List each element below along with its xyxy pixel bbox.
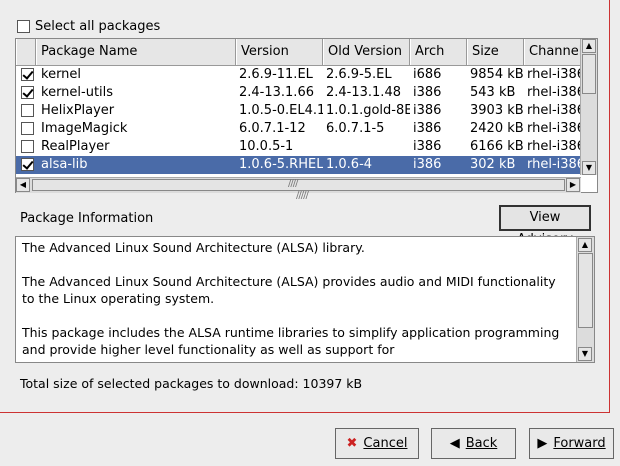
package-name: alsa-lib [41,157,88,172]
package-old-version: 1.0.1.gold-8EI [326,103,410,118]
select-all-checkbox[interactable] [17,20,30,33]
package-version: 10.0.5-1 [239,139,294,154]
table-row[interactable]: alsa-lib 1.0.6-5.RHEL 1.0.6-4 i386 302 kB rhe… [16,156,581,174]
info-vscroll-thumb[interactable] [578,253,593,328]
package-size: 6166 kB [470,139,524,154]
package-version: 2.4-13.1.66 [239,85,314,100]
info-paragraph: This package includes the ALSA runtime l… [22,325,560,357]
package-version: 1.0.6-5.RHEL [239,157,323,172]
table-row[interactable]: RealPlayer 10.0.5-1 i386 6166 kBrhel-i386- [16,138,581,156]
package-checkbox[interactable] [21,68,34,81]
package-arch: i686 [413,67,442,82]
package-information-text[interactable]: The Advanced Linux Sound Architecture (A… [15,236,595,363]
table-row[interactable]: kernel 2.6.9-11.EL 2.6.9-5.EL i686 9854 kB rh… [16,66,581,84]
scroll-down-icon[interactable]: ▼ [578,347,592,361]
package-old-version: 2.6.9-5.EL [326,67,392,82]
package-old-version: 6.0.7.1-5 [326,121,385,136]
view-advisory-button[interactable]: View Advisory [499,205,591,247]
table-row[interactable]: ImageMagick 6.0.7.1-12 6.0.7.1-5 i386 2420 k… [16,120,581,138]
table-header: Package Name Version Old Version Arch Si… [16,39,581,66]
package-arch: i386 [413,103,442,118]
package-version: 1.0.5-0.EL4.1 [239,103,323,118]
package-old-version: 2.4-13.1.48 [326,85,401,100]
table-vscroll-thumb[interactable] [582,54,596,94]
select-all-label[interactable]: Select all packages [35,19,160,34]
cancel-button[interactable]: ✖ Cancel [335,428,419,459]
package-checkbox[interactable] [21,122,34,135]
scroll-up-icon[interactable]: ▲ [578,238,592,252]
column-header-old-version[interactable]: Old Version [323,39,410,65]
package-checkbox[interactable] [21,86,34,99]
back-arrow-icon: ◀ [449,436,460,451]
package-arch: i386 [413,139,442,154]
package-name: ImageMagick [41,121,128,136]
hscroll-grip-icon: //// [288,178,299,189]
package-channel: rhel-i386- [527,85,581,100]
package-table: Package Name Version Old Version Arch Si… [15,38,598,193]
package-name: kernel [41,67,82,82]
package-arch: i386 [413,121,442,136]
package-version: 6.0.7.1-12 [239,121,306,136]
info-paragraph: The Advanced Linux Sound Architecture (A… [22,240,365,255]
package-old-version: 1.0.6-4 [326,157,373,172]
scroll-right-icon[interactable]: ▶ [566,178,580,192]
package-checkbox[interactable] [21,104,34,117]
table-vertical-scrollbar[interactable]: ▲ ▼ [580,39,597,175]
package-size: 302 kB [470,157,516,172]
package-checkbox[interactable] [21,158,34,171]
column-header-name[interactable]: Package Name [36,39,236,65]
pane-resize-grip-icon[interactable]: ///// [296,190,309,201]
column-header-version[interactable]: Version [236,39,323,65]
package-name: RealPlayer [41,139,110,154]
package-information-label: Package Information [20,211,154,226]
column-header-channel[interactable]: Channel [524,39,581,65]
column-header-size[interactable]: Size [467,39,524,65]
package-name: kernel-utils [41,85,114,100]
table-row[interactable]: HelixPlayer 1.0.5-0.EL4.1 1.0.1.gold-8EI i3… [16,102,581,120]
table-row[interactable]: kernel-utils 2.4-13.1.66 2.4-13.1.48 i386 54… [16,84,581,102]
package-channel: rhel-i386- [527,67,581,82]
package-channel: rhel-i386- [527,121,581,136]
scroll-down-icon[interactable]: ▼ [582,161,596,175]
back-button[interactable]: ◀ Back [431,428,516,459]
package-channel: rhel-i386- [527,157,581,172]
scroll-left-icon[interactable]: ◀ [16,178,30,192]
info-paragraph: The Advanced Linux Sound Architecture (A… [22,274,556,306]
cancel-icon: ✖ [346,436,358,451]
package-size: 3903 kB [470,103,524,118]
package-channel: rhel-i386- [527,139,581,154]
column-header-arch[interactable]: Arch [410,39,467,65]
package-checkbox[interactable] [21,140,34,153]
package-size: 543 kB [470,85,516,100]
scroll-up-icon[interactable]: ▲ [582,39,596,53]
package-size: 9854 kB [470,67,524,82]
package-size: 2420 kB [470,121,524,136]
forward-arrow-icon: ▶ [537,436,548,451]
back-label: Back [465,436,498,451]
cancel-label: Cancel [363,436,408,451]
package-version: 2.6.9-11.EL [239,67,313,82]
package-arch: i386 [413,85,442,100]
package-channel: rhel-i386- [527,103,581,118]
package-arch: i386 [413,157,442,172]
forward-label: Forward [553,436,606,451]
info-vertical-scrollbar[interactable]: ▲ ▼ [576,237,594,362]
total-download-size: Total size of selected packages to downl… [20,376,363,391]
header-checkbox-column[interactable] [16,39,36,65]
package-name: HelixPlayer [41,103,115,118]
forward-button[interactable]: ▶ Forward [529,428,614,459]
